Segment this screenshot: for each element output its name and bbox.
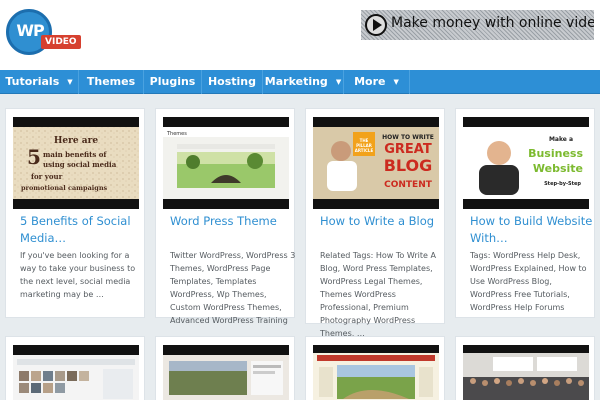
svg-text:Step-by-Step: Step-by-Step xyxy=(544,181,581,187)
svg-text:Make a: Make a xyxy=(549,136,573,143)
nav-item-label: Plugins xyxy=(149,75,196,88)
nav-item-label: Tutorials xyxy=(5,75,60,88)
post-title-link[interactable]: 5 Benefits of Social Media… xyxy=(20,213,144,247)
svg-text:CONTENT: CONTENT xyxy=(384,180,433,190)
theme-preview-thumbnail: Themes xyxy=(163,117,289,209)
post-thumbnail[interactable]: Themes xyxy=(163,117,289,209)
post-excerpt: Related Tags: How To Write A Blog, Word … xyxy=(320,251,436,338)
nav-item-label: More xyxy=(354,75,386,88)
post-excerpt: Twitter WordPress, WordPress 3 Themes, W… xyxy=(170,251,296,325)
post-thumbnail[interactable] xyxy=(463,345,589,400)
svg-text:HOW TO WRITE: HOW TO WRITE xyxy=(382,134,434,141)
post-thumbnail[interactable] xyxy=(13,345,139,400)
nav-item-tutorials[interactable]: Tutorials ▼ xyxy=(0,70,79,94)
svg-text:5: 5 xyxy=(27,145,41,169)
svg-text:using social media: using social media xyxy=(43,160,117,169)
site-screenshot-thumbnail xyxy=(163,345,289,400)
post-thumbnail[interactable] xyxy=(313,345,439,400)
svg-text:Business: Business xyxy=(528,147,583,160)
svg-text:Here are: Here are xyxy=(54,136,98,146)
caret-down-icon: ▼ xyxy=(335,78,342,86)
svg-text:for your: for your xyxy=(31,172,63,181)
post-thumbnail[interactable]: THE PILLAR ARTICLE HOW TO WRITE GREAT BL… xyxy=(313,117,439,209)
nav-item-marketing[interactable]: Marketing ▼ xyxy=(263,70,344,94)
post-title-link[interactable]: How to Write a Blog xyxy=(320,213,444,230)
caret-down-icon: ▼ xyxy=(67,78,73,86)
thumb-theme-label: Themes xyxy=(166,131,187,137)
media-library-thumbnail xyxy=(13,345,139,400)
svg-text:ARTICLE: ARTICLE xyxy=(355,148,374,153)
post-thumbnail[interactable] xyxy=(163,345,289,400)
post-title-link[interactable]: Word Press Theme xyxy=(170,213,294,230)
nav-item-themes[interactable]: Themes xyxy=(79,70,144,94)
social-media-thumbnail: Here are 5 main benefits of using social… xyxy=(13,117,139,209)
post-card[interactable]: Here are 5 main benefits of using social… xyxy=(5,108,145,318)
post-thumbnail[interactable]: Here are 5 main benefits of using social… xyxy=(13,117,139,209)
post-excerpt: Tags: WordPress Help Desk, WordPress Exp… xyxy=(470,251,587,312)
post-card[interactable] xyxy=(5,336,145,400)
svg-text:promotional campaigns: promotional campaigns xyxy=(21,184,108,192)
nav-item-label: Marketing xyxy=(264,75,328,88)
nav-item-label: Hosting xyxy=(207,75,257,88)
logo-video-badge: VIDEO xyxy=(41,35,81,49)
post-card[interactable]: Themes Word Press Theme Twitter WordPres… xyxy=(155,108,295,325)
post-title-link[interactable]: How to Build Website With… xyxy=(470,213,594,247)
nav-item-hosting[interactable]: Hosting xyxy=(202,70,263,94)
caret-down-icon: ▼ xyxy=(393,78,399,86)
post-card[interactable] xyxy=(155,336,295,400)
site-header: WP VIDEO Make money with online video xyxy=(0,0,600,70)
site-logo[interactable]: WP VIDEO xyxy=(6,9,81,59)
main-nav: Tutorials ▼ Themes Plugins Hosting Market… xyxy=(0,70,600,94)
landscape-page-thumbnail xyxy=(313,345,439,400)
business-website-thumbnail: Make a Business Website Step-by-Step xyxy=(463,117,589,209)
svg-text:GREAT: GREAT xyxy=(384,142,432,157)
post-card[interactable] xyxy=(455,336,595,400)
nav-item-more[interactable]: More ▼ xyxy=(344,70,410,94)
svg-text:main benefits of: main benefits of xyxy=(43,150,107,159)
svg-text:BLOG: BLOG xyxy=(384,156,433,175)
svg-text:Website: Website xyxy=(533,162,583,175)
play-icon xyxy=(365,14,387,36)
post-excerpt: If you've been looking for a way to take… xyxy=(20,251,136,299)
post-card[interactable] xyxy=(305,336,445,400)
blog-writing-thumbnail: THE PILLAR ARTICLE HOW TO WRITE GREAT BL… xyxy=(313,117,439,209)
ad-banner-text: Make money with online video xyxy=(391,15,594,31)
ad-banner[interactable]: Make money with online video xyxy=(361,10,594,40)
nav-item-label: Themes xyxy=(86,75,136,88)
conference-thumbnail xyxy=(463,345,589,400)
post-thumbnail[interactable]: Make a Business Website Step-by-Step xyxy=(463,117,589,209)
post-card[interactable]: Make a Business Website Step-by-Step How… xyxy=(455,108,595,318)
post-card[interactable]: THE PILLAR ARTICLE HOW TO WRITE GREAT BL… xyxy=(305,108,445,338)
nav-item-plugins[interactable]: Plugins xyxy=(144,70,202,94)
